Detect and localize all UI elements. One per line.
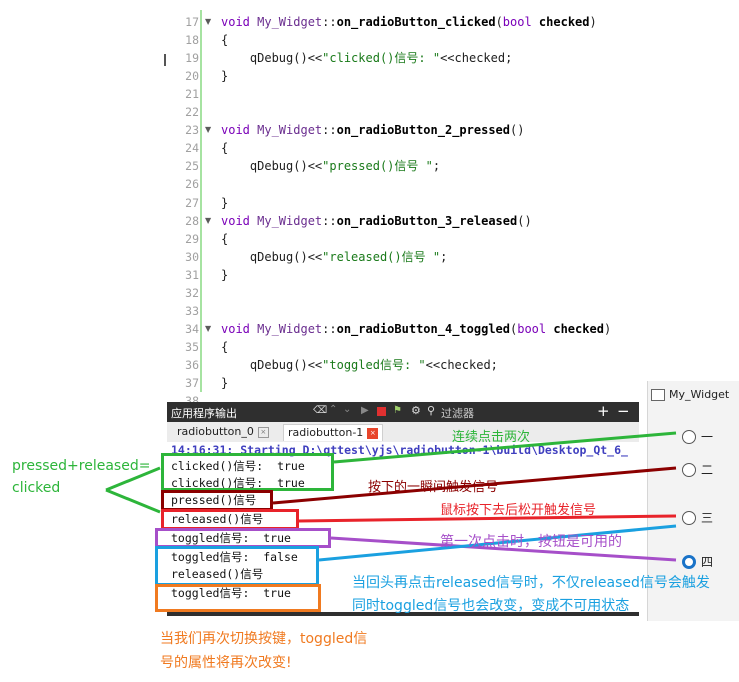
note-first-click: 第一次点击时，按钮是可用的 xyxy=(440,534,622,550)
note-formula-1: pressed+released= xyxy=(12,458,151,474)
note-switch-1: 当我们再次切换按键，toggled信 xyxy=(160,631,368,647)
note-release-trigger: 鼠标按下去后松开触发信号 xyxy=(440,503,597,518)
note-formula-2: clicked xyxy=(12,480,61,496)
note-reclick-1: 当回头再点击released信号时，不仅released信号会触发 xyxy=(352,575,710,591)
note-switch-2: 号的属性将再次改变! xyxy=(160,655,292,671)
note-reclick-2: 同时toggled信号也会改变，变成不可用状态 xyxy=(352,598,630,614)
note-click-twice: 连续点击两次 xyxy=(452,430,531,445)
note-press-moment: 按下的一瞬间触发信号 xyxy=(368,480,499,495)
